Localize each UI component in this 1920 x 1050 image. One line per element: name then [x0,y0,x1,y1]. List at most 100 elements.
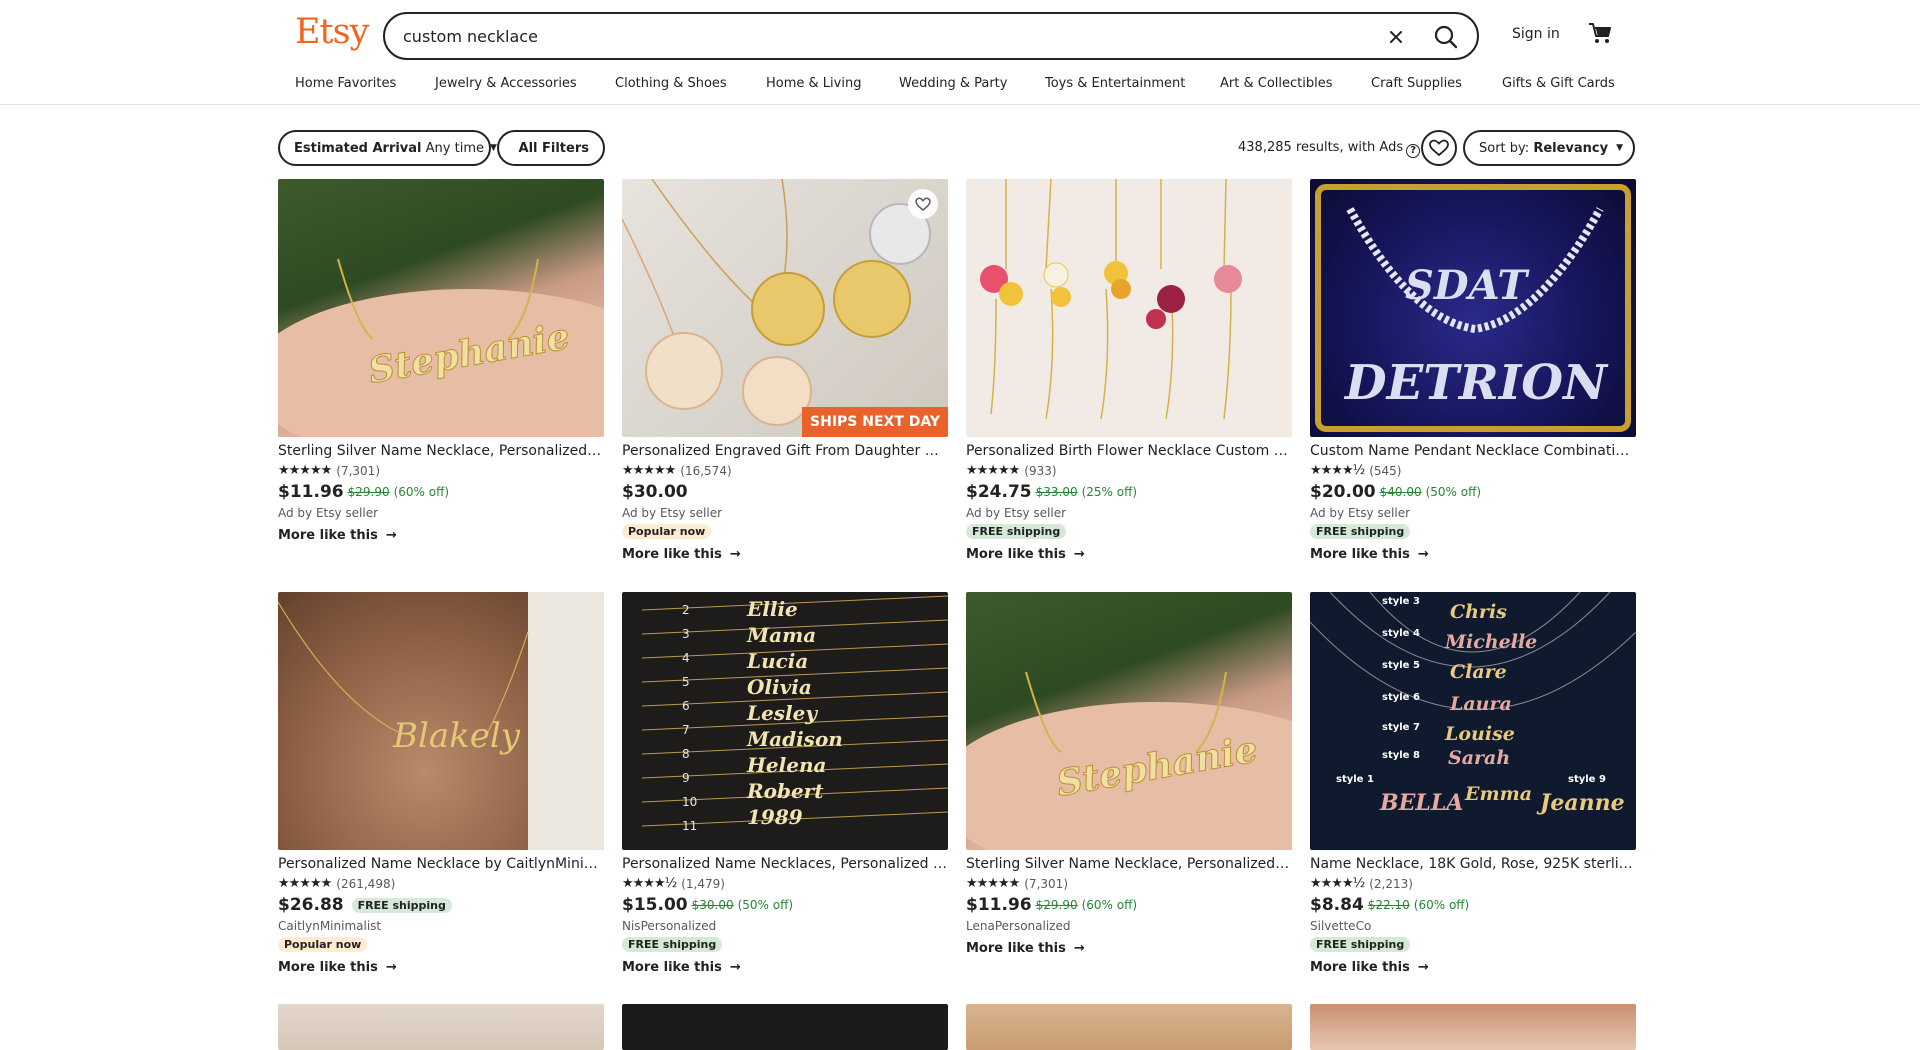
product-title[interactable]: Name Necklace, 18K Gold, Rose, 925K ster… [1310,856,1636,872]
product-image[interactable]: Stephanie [278,179,604,437]
review-count: (7,301) [1024,876,1068,891]
rating-row: ★★★★½ (1,479) [622,876,948,891]
more-like-this-link[interactable]: More like this → [278,960,604,975]
product-image[interactable] [966,1004,1292,1050]
sign-in-link[interactable]: Sign in [1512,26,1560,42]
product-image[interactable] [278,1004,604,1050]
product-card[interactable]: Personalized Birth Flower Necklace Custo… [966,179,1292,562]
more-like-this-link[interactable]: More like this → [1310,960,1636,975]
pendant-text-bottom: DETRION [1343,355,1609,411]
nav-toys-entertainment[interactable]: Toys & Entertainment [1045,76,1185,91]
nav-craft-supplies[interactable]: Craft Supplies [1371,76,1462,91]
price-row: $24.75 $33.00 (25% off) [966,482,1292,502]
product-card[interactable]: style 3 style 4 style 5 style 6 style 7 style… [1310,592,1636,975]
product-card[interactable]: Stephanie Sterling Silver Name Necklace,… [278,179,604,543]
heart-icon [1429,139,1449,157]
rating-row: ★★★★★ (7,301) [966,876,1292,891]
price-row: $8.84 $22.10 (60% off) [1310,895,1636,915]
nav-gifts-gift-cards[interactable]: Gifts & Gift Cards [1502,76,1615,91]
size-number: 10 [682,795,697,809]
original-price: $29.90 [347,485,390,499]
pendant-name: Lesley [746,701,818,725]
estimated-arrival-filter[interactable]: Estimated Arrival Any time ▼ [278,130,497,166]
star-rating-icon: ★★★★★ [966,463,1020,478]
seller: Ad by Etsy seller [1310,506,1411,520]
price: $26.88 [278,895,344,915]
product-image[interactable] [1310,1004,1636,1050]
more-like-this-label: More like this [278,528,378,543]
product-title[interactable]: Personalized Name Necklace by CaitlynMin… [278,856,604,872]
free-shipping-badge: FREE shipping [966,524,1067,539]
rating-row: ★★★★★ (261,498) [278,876,604,891]
original-price: $22.10 [1367,898,1410,912]
product-image[interactable]: SDAT DETRION [1310,179,1636,437]
necklace-illustration [980,179,1242,420]
review-count: (261,498) [336,876,396,891]
etsy-logo[interactable]: Etsy [295,12,369,52]
size-number: 8 [682,747,690,761]
clear-search-button[interactable] [1383,24,1409,50]
product-image[interactable]: style 3 style 4 style 5 style 6 style 7 style… [1310,592,1636,850]
results-text: 438,285 results, with Ads [1238,140,1404,155]
more-like-this-link[interactable]: More like this → [966,941,1292,956]
all-filters-button[interactable]: All Filters [497,130,605,166]
product-image[interactable]: Blakely [278,592,604,850]
nav-clothing-shoes[interactable]: Clothing & Shoes [615,76,727,91]
pendant-name: BELLA [1379,790,1463,816]
more-like-this-link[interactable]: More like this → [966,547,1292,562]
pendant-name: Laura [1449,693,1512,715]
favorite-search-button[interactable] [1421,130,1457,166]
original-price: $40.00 [1379,485,1422,499]
more-like-this-link[interactable]: More like this → [1310,547,1636,562]
arrow-right-icon: → [1073,941,1085,956]
discount: (60% off) [1413,898,1470,912]
nav-home-living[interactable]: Home & Living [766,76,861,91]
more-like-this-link[interactable]: More like this → [622,547,948,562]
pendant-text: Blakely [392,716,521,756]
seller: LenaPersonalized [966,919,1071,933]
more-like-this-label: More like this [622,960,722,975]
star-rating-icon: ★★★★½ [622,876,677,891]
product-image[interactable]: SHIPS NEXT DAY [622,179,948,437]
pendant-name: Emma [1464,783,1532,805]
pendant-text-top: SDAT [1405,262,1530,309]
more-like-this-link[interactable]: More like this → [278,528,604,543]
product-image[interactable] [966,179,1292,437]
product-card[interactable]: Blakely Personalized Name Necklace by Ca… [278,592,604,975]
product-card[interactable]: SDAT DETRION Custom Name Pendant Necklac… [1310,179,1636,562]
cart-button[interactable] [1587,20,1613,46]
sort-dropdown[interactable]: Sort by: Relevancy ▼ [1463,130,1635,166]
rating-row: ★★★★½ (545) [1310,463,1636,478]
price: $30.00 [622,482,688,502]
more-like-this-link[interactable]: More like this → [622,960,948,975]
pendant-name: 1989 [747,805,803,829]
nav-art-collectibles[interactable]: Art & Collectibles [1220,76,1332,91]
nav-home-favorites[interactable]: Home Favorites [295,76,396,91]
product-title[interactable]: Personalized Engraved Gift From Daughter… [622,443,948,459]
search-button[interactable] [1431,22,1461,52]
product-image[interactable] [622,1004,948,1050]
results-count: 438,285 results, with Ads? [1238,140,1421,158]
search-input[interactable] [401,24,1301,48]
product-title[interactable]: Personalized Name Necklaces, Personalize… [622,856,948,872]
pendant-name: Clare [1450,661,1507,683]
product-card[interactable]: SHIPS NEXT DAY Personalized Engraved Gif… [622,179,948,562]
favorite-button[interactable] [908,189,938,219]
site-header: Etsy Sign in Home Favorites Jewelry & Ac… [0,0,1920,105]
product-title[interactable]: Sterling Silver Name Necklace, Personali… [278,443,604,459]
product-card[interactable]: 2 3 4 5 6 7 8 9 10 11 Ellie Mama Lucia Olivia Lesley Ma… [622,592,948,975]
help-icon[interactable]: ? [1406,144,1421,158]
nav-jewelry-accessories[interactable]: Jewelry & Accessories [435,76,577,91]
product-title[interactable]: Sterling Silver Name Necklace, Personali… [966,856,1292,872]
product-image[interactable]: 2 3 4 5 6 7 8 9 10 11 Ellie Mama Lucia Olivia Lesley Ma… [622,592,948,850]
star-rating-icon: ★★★★½ [1310,876,1365,891]
original-price: $29.90 [1035,898,1078,912]
product-title[interactable]: Personalized Birth Flower Necklace Custo… [966,443,1292,459]
product-image[interactable]: Stephanie [966,592,1292,850]
product-title[interactable]: Custom Name Pendant Necklace Combination… [1310,443,1636,459]
nav-wedding-party[interactable]: Wedding & Party [899,76,1007,91]
arrow-right-icon: → [385,960,397,975]
style-label: style 5 [1382,660,1420,671]
product-card[interactable]: Stephanie Sterling Silver Name Necklace,… [966,592,1292,956]
price-row: $11.96 $29.90 (60% off) [966,895,1292,915]
